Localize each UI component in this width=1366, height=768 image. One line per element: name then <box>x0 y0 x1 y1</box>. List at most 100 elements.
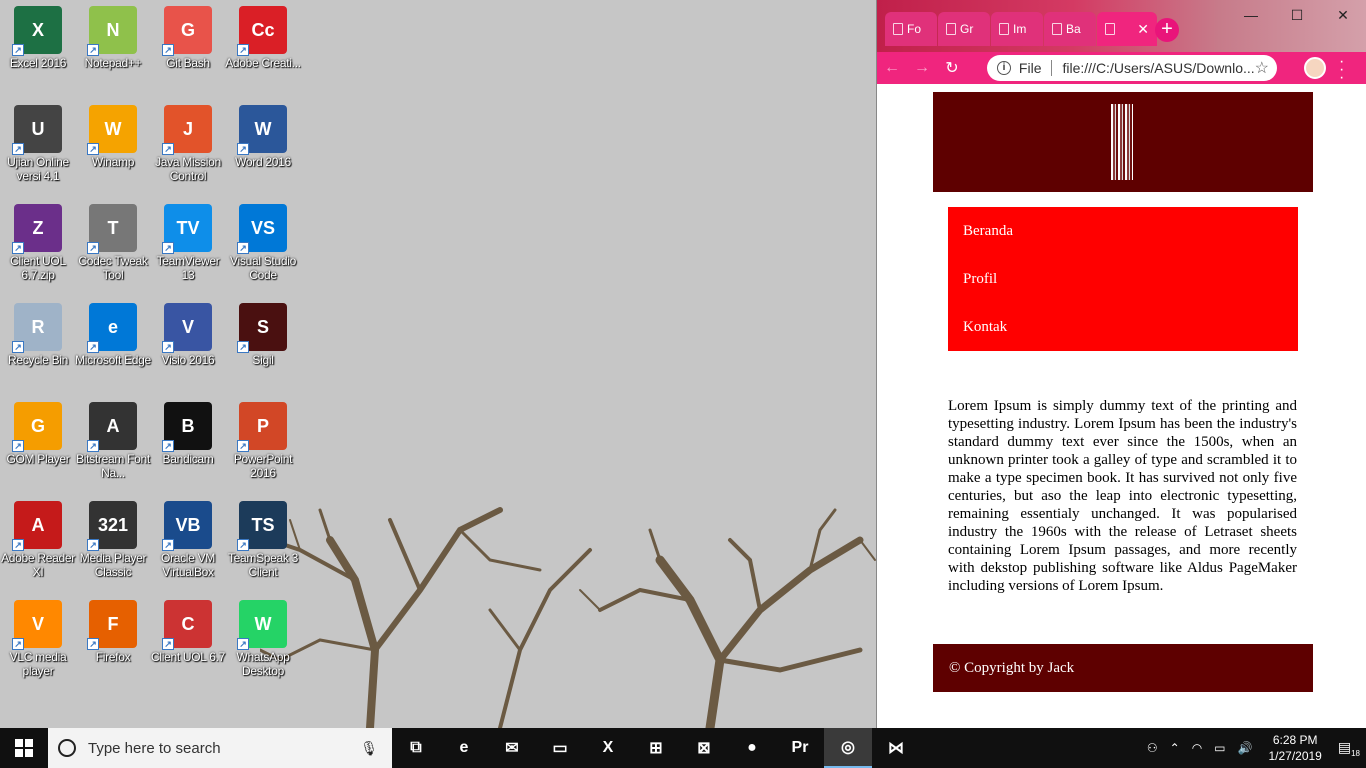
desktop-icon[interactable]: U ↗ Ujian Online versi 4.1 <box>0 99 76 197</box>
new-tab-button[interactable]: + <box>1155 18 1179 42</box>
clock-date: 1/27/2019 <box>1268 749 1322 763</box>
people-icon[interactable]: ⚇ <box>1147 741 1158 755</box>
desktop-icon[interactable]: e ↗ Microsoft Edge <box>75 297 151 395</box>
notification-count: 18 <box>1351 748 1360 758</box>
address-url[interactable]: file:///C:/Users/ASUS/Downlo... <box>1062 60 1254 76</box>
desktop-icon-label: Visio 2016 <box>161 353 215 367</box>
address-bar[interactable]: i File file:///C:/Users/ASUS/Downlo... ☆ <box>987 55 1277 81</box>
desktop-icon[interactable]: B ↗ Bandicam <box>150 396 226 494</box>
page-favicon-icon <box>893 23 903 35</box>
taskbar-edge-icon[interactable]: e <box>440 728 488 768</box>
chrome-window: Fo Gr Im Ba ✕ + — ☐ ✕ ← → ↻ i File file:///C… <box>876 0 1366 728</box>
desktop-icon[interactable]: Z ↗ Client UOL 6.7.zip <box>0 198 76 296</box>
wifi-icon[interactable]: ◠ <box>1192 741 1202 755</box>
app-icon: G ↗ <box>12 402 62 452</box>
microphone-icon[interactable]: 🎙 <box>360 740 378 757</box>
taskbar-xampp-icon[interactable]: ⊠ <box>680 728 728 768</box>
desktop-icon[interactable]: W ↗ Winamp <box>75 99 151 197</box>
tab-close-icon[interactable]: ✕ <box>1137 21 1149 38</box>
app-icon: 321 ↗ <box>87 501 137 551</box>
shortcut-arrow-icon: ↗ <box>162 341 174 353</box>
desktop-icon-label: Client UOL 6.7.zip <box>10 254 66 282</box>
desktop-icon[interactable]: TV ↗ TeamViewer 13 <box>150 198 226 296</box>
desktop-icon-label: Client UOL 6.7 <box>150 650 226 664</box>
desktop-icon[interactable]: R ↗ Recycle Bin <box>0 297 76 395</box>
browser-tab[interactable]: Ba <box>1044 12 1096 46</box>
taskbar-file-explorer-icon[interactable]: ▭ <box>536 728 584 768</box>
shortcut-arrow-icon: ↗ <box>162 242 174 254</box>
desktop-icon[interactable]: V ↗ VLC media player <box>0 594 76 692</box>
page-footer: © Copyright by Jack <box>933 644 1313 692</box>
taskbar-store-icon[interactable]: ⊞ <box>632 728 680 768</box>
desktop-icon[interactable]: G ↗ Git Bash <box>150 0 226 98</box>
desktop-icon[interactable]: A ↗ Bitstream Font Na... <box>75 396 151 494</box>
info-icon[interactable]: i <box>997 61 1011 75</box>
desktop-icon-label: Winamp <box>91 155 135 169</box>
reload-icon[interactable]: ↻ <box>937 58 967 78</box>
maximize-button[interactable]: ☐ <box>1274 0 1320 30</box>
shortcut-arrow-icon: ↗ <box>87 638 99 650</box>
desktop-icon[interactable]: T ↗ Codec Tweak Tool <box>75 198 151 296</box>
desktop-icon-label: Java Mission Control <box>155 155 221 183</box>
desktop-icon[interactable]: G ↗ GOM Player <box>0 396 76 494</box>
back-arrow-icon[interactable]: ← <box>877 59 907 77</box>
taskbar-search[interactable]: Type here to search 🎙 <box>48 728 392 768</box>
desktop-icon[interactable]: TS ↗ TeamSpeak 3 Client <box>225 495 301 593</box>
app-icon: J ↗ <box>162 105 212 155</box>
app-icon: C ↗ <box>162 600 212 650</box>
app-icon: V ↗ <box>12 600 62 650</box>
app-icon: A ↗ <box>87 402 137 452</box>
desktop-icon[interactable]: V ↗ Visio 2016 <box>150 297 226 395</box>
desktop-icon[interactable]: VB ↗ Oracle VM VirtualBox <box>150 495 226 593</box>
desktop-icon[interactable]: W ↗ Word 2016 <box>225 99 301 197</box>
profile-avatar[interactable] <box>1304 57 1326 79</box>
shortcut-arrow-icon: ↗ <box>12 638 24 650</box>
minimize-button[interactable]: — <box>1228 0 1274 30</box>
tree-wallpaper <box>260 507 876 728</box>
forward-arrow-icon[interactable]: → <box>907 59 937 77</box>
desktop-icon[interactable]: J ↗ Java Mission Control <box>150 99 226 197</box>
close-button[interactable]: ✕ <box>1320 0 1366 30</box>
taskbar-premiere-icon[interactable]: Pr <box>776 728 824 768</box>
browser-tab[interactable]: ✕ <box>1097 12 1157 46</box>
taskbar-excel-icon[interactable]: X <box>584 728 632 768</box>
title-bar[interactable]: Fo Gr Im Ba ✕ + — ☐ ✕ <box>877 0 1366 52</box>
taskbar-mail-icon[interactable]: ✉ <box>488 728 536 768</box>
desktop-icon-label: WhatsApp Desktop <box>236 650 290 678</box>
desktop-icon[interactable]: VS ↗ Visual Studio Code <box>225 198 301 296</box>
bookmark-star-icon[interactable]: ☆ <box>1255 58 1269 78</box>
volume-icon[interactable]: 🔊 <box>1238 741 1253 755</box>
taskbar-bandicam-icon[interactable]: ● <box>728 728 776 768</box>
desktop-icon[interactable]: C ↗ Client UOL 6.7 <box>150 594 226 692</box>
nav-link-kontak[interactable]: Kontak <box>948 313 1298 361</box>
desktop-icon[interactable]: X ↗ Excel 2016 <box>0 0 76 98</box>
desktop-icon[interactable]: W ↗ WhatsApp Desktop <box>225 594 301 692</box>
taskbar-vscode-icon[interactable]: ⋈ <box>872 728 920 768</box>
clock[interactable]: 6:28 PM 1/27/2019 <box>1268 732 1321 764</box>
shortcut-arrow-icon: ↗ <box>12 143 24 155</box>
desktop-icon[interactable]: F ↗ Firefox <box>75 594 151 692</box>
battery-icon[interactable]: ▭ <box>1214 741 1225 755</box>
taskbar-chrome-icon[interactable]: ◎ <box>824 728 872 768</box>
nav-link-profil[interactable]: Profil <box>948 265 1298 313</box>
chevron-up-icon[interactable]: ⌃ <box>1170 741 1180 755</box>
desktop-icon[interactable]: A ↗ Adobe Reader XI <box>0 495 76 593</box>
shortcut-arrow-icon: ↗ <box>12 341 24 353</box>
nav-link-beranda[interactable]: Beranda <box>948 217 1298 265</box>
taskbar-task-view-icon[interactable]: ⧉ <box>392 728 440 768</box>
menu-kebab-icon[interactable]: · · · <box>1339 54 1344 86</box>
browser-tab[interactable]: Im <box>991 12 1043 46</box>
browser-tab[interactable]: Gr <box>938 12 990 46</box>
desktop-icon[interactable]: N ↗ Notepad++ <box>75 0 151 98</box>
notification-icon[interactable]: ▤18 <box>1338 739 1360 758</box>
desktop-icon-label: Codec Tweak Tool <box>78 254 148 282</box>
address-separator <box>1051 60 1053 76</box>
desktop-icon[interactable]: 321 ↗ Media Player Classic <box>75 495 151 593</box>
desktop-icon[interactable]: P ↗ PowerPoint 2016 <box>225 396 301 494</box>
shortcut-arrow-icon: ↗ <box>237 440 249 452</box>
desktop-icon[interactable]: Cc ↗ Adobe Creati... <box>225 0 301 98</box>
page-favicon-icon <box>946 23 956 35</box>
start-button[interactable] <box>0 728 48 768</box>
browser-tab[interactable]: Fo <box>885 12 937 46</box>
desktop-icon[interactable]: S ↗ Sigil <box>225 297 301 395</box>
